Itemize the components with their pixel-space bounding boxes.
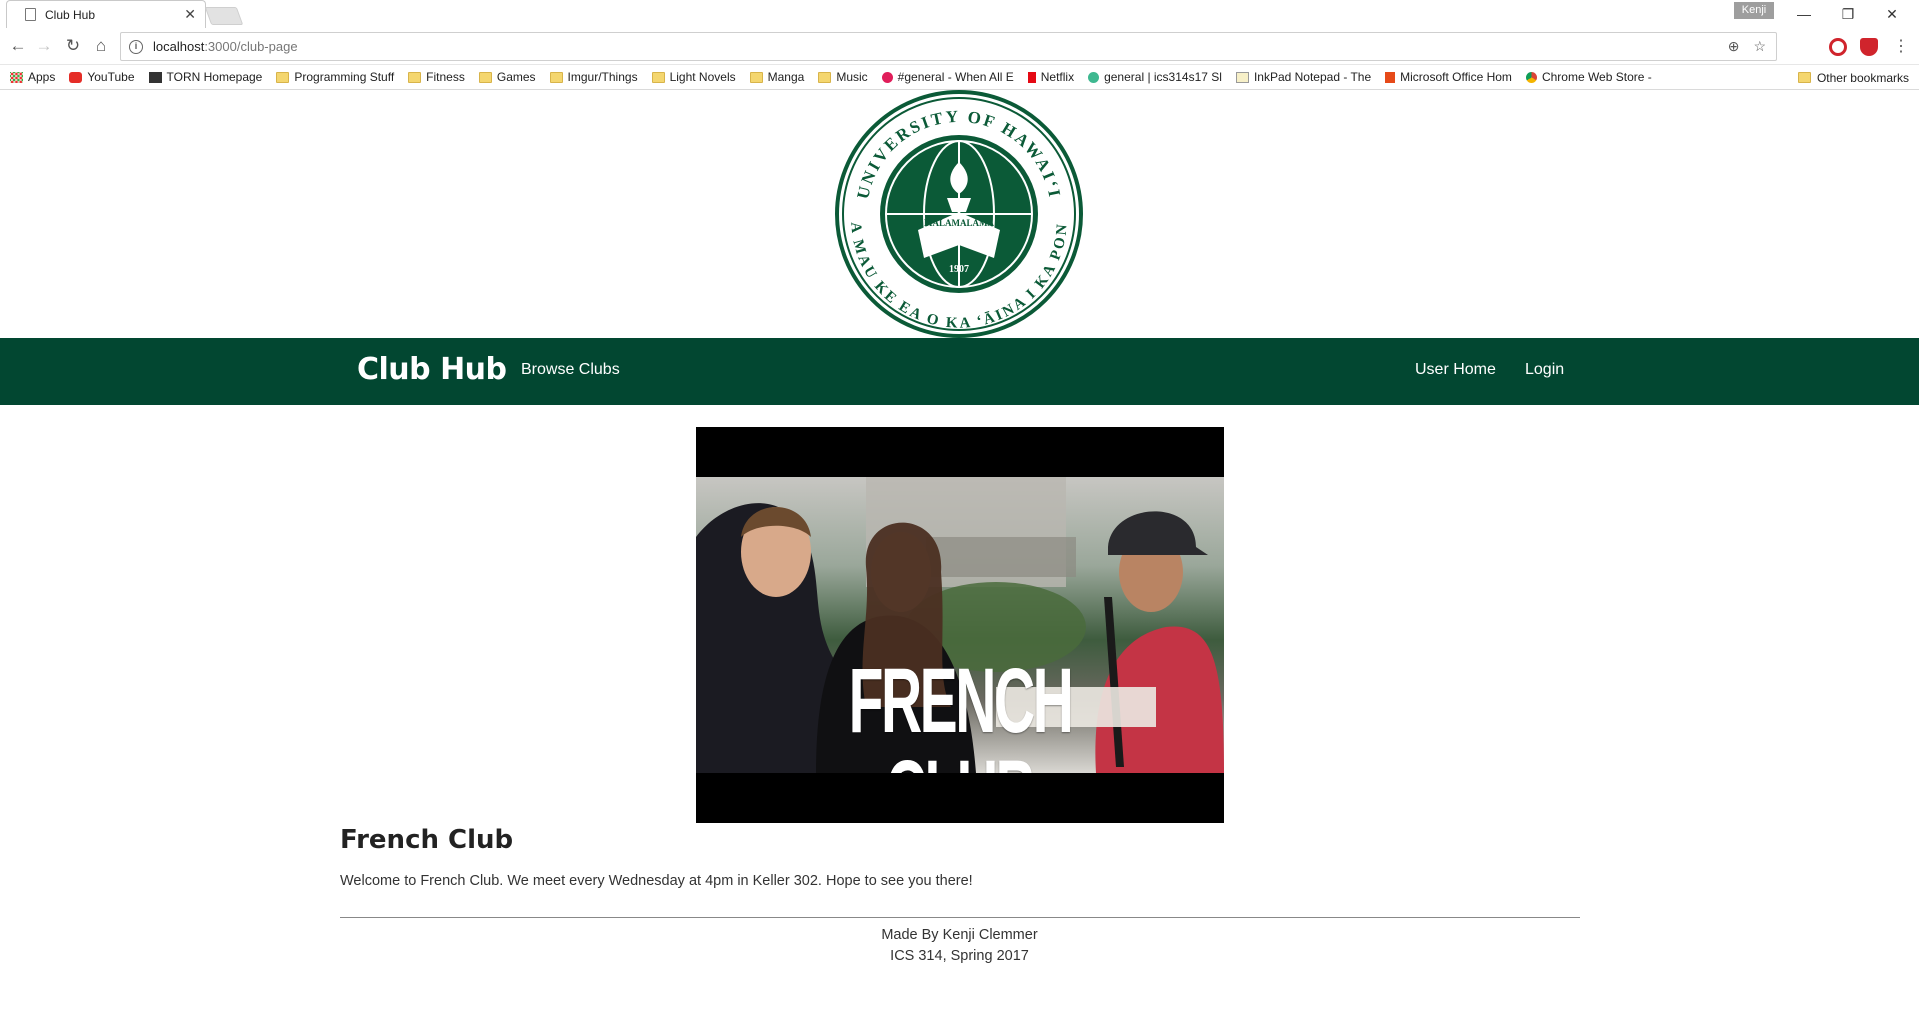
browse-clubs-link[interactable]: Browse Clubs xyxy=(521,361,620,379)
chrome-store-icon xyxy=(1525,71,1537,83)
url-host: localhost xyxy=(153,39,205,54)
tab-title: Club Hub xyxy=(45,7,96,22)
page-content: MĀLAMALAMA 1907 UNIVERSITY OF HAWAI‘I UA… xyxy=(0,90,1919,1035)
club-name-heading: French Club xyxy=(340,825,514,855)
close-tab-icon[interactable]: ✕ xyxy=(184,6,196,23)
home-icon[interactable]: ⌂ xyxy=(89,34,113,58)
club-description: Welcome to French Club. We meet every We… xyxy=(340,873,973,889)
bookmark-label: Imgur/Things xyxy=(567,70,638,84)
folder-icon xyxy=(408,71,422,83)
bookmark-fitness[interactable]: Fitness xyxy=(408,70,465,84)
user-home-link[interactable]: User Home xyxy=(1415,361,1496,379)
notepad-icon xyxy=(1235,71,1249,83)
bookmark-netflix[interactable]: Netflix xyxy=(1027,70,1075,84)
bookmark-programming-stuff[interactable]: Programming Stuff xyxy=(276,70,394,84)
torn-icon xyxy=(148,71,162,83)
footer-course: ICS 314, Spring 2017 xyxy=(890,948,1029,964)
bookmark-chrome-store[interactable]: Chrome Web Store - xyxy=(1525,70,1652,84)
new-tab-button[interactable] xyxy=(204,7,244,25)
club-banner-image: FRENCH CLUB xyxy=(696,427,1224,823)
forward-icon[interactable]: → xyxy=(32,34,56,58)
bookmark-inkpad[interactable]: InkPad Notepad - The xyxy=(1235,70,1372,84)
seal-year: 1907 xyxy=(949,264,969,275)
bookmark-slack-general[interactable]: #general - When All E xyxy=(881,70,1014,84)
minimize-icon[interactable]: — xyxy=(1782,0,1826,28)
bookmark-youtube[interactable]: YouTube xyxy=(69,70,135,84)
bookmark-torn[interactable]: TORN Homepage xyxy=(148,70,263,84)
folder-icon xyxy=(276,71,290,83)
university-seal-logo: MĀLAMALAMA 1907 UNIVERSITY OF HAWAI‘I UA… xyxy=(834,90,1083,338)
opera-extension-icon[interactable] xyxy=(1829,38,1847,56)
bookmark-label: InkPad Notepad - The xyxy=(1253,70,1372,84)
bookmark-label: Manga xyxy=(767,70,805,84)
folder-icon xyxy=(478,71,492,83)
bookmark-imgur-things[interactable]: Imgur/Things xyxy=(549,70,638,84)
banner-title: FRENCH CLUB xyxy=(848,650,1074,773)
bookmark-label: Games xyxy=(496,70,536,84)
slack-icon xyxy=(1088,71,1100,83)
club-photo: FRENCH CLUB xyxy=(696,477,1224,773)
reload-icon[interactable]: ↻ xyxy=(61,34,85,58)
bookmarks-bar: Apps YouTube TORN Homepage Programming S… xyxy=(0,65,1919,90)
folder-icon xyxy=(651,71,665,83)
page-icon xyxy=(25,8,36,21)
folder-icon xyxy=(749,71,763,83)
bookmark-office[interactable]: Microsoft Office Hom xyxy=(1385,70,1512,84)
bookmark-music[interactable]: Music xyxy=(818,70,868,84)
login-link[interactable]: Login xyxy=(1525,361,1564,379)
bookmark-label: Chrome Web Store - xyxy=(1541,70,1652,84)
other-bookmarks-label: Other bookmarks xyxy=(1816,70,1909,85)
other-bookmarks[interactable]: Other bookmarks xyxy=(1797,65,1909,90)
bookmark-label: Microsoft Office Hom xyxy=(1400,70,1512,84)
bookmark-label: TORN Homepage xyxy=(166,70,263,84)
office-icon xyxy=(1385,71,1396,83)
bookmark-label: Light Novels xyxy=(669,70,736,84)
profile-button[interactable]: Kenji xyxy=(1734,2,1774,19)
url-path: :3000/club-page xyxy=(204,39,298,54)
tab-strip: Club Hub ✕ Kenji — ❐ ✕ xyxy=(0,0,1919,28)
brand-link[interactable]: Club Hub xyxy=(357,352,507,387)
youtube-icon xyxy=(69,71,83,83)
folder-icon xyxy=(1797,72,1811,83)
slack-icon xyxy=(881,71,893,83)
bookmark-apps[interactable]: Apps xyxy=(10,70,55,84)
seal-center-text: MĀLAMALAMA xyxy=(924,218,994,228)
bookmark-label: Fitness xyxy=(426,70,465,84)
bookmark-label: Netflix xyxy=(1040,70,1075,84)
folder-icon xyxy=(549,71,563,83)
restore-icon[interactable]: ❐ xyxy=(1826,0,1870,28)
bookmark-label: Apps xyxy=(28,70,56,84)
browser-tab[interactable]: Club Hub ✕ xyxy=(6,0,206,28)
bookmark-label: general | ics314s17 Sl xyxy=(1104,70,1222,84)
bookmark-light-novels[interactable]: Light Novels xyxy=(651,70,736,84)
footer-credit: Made By Kenji Clemmer xyxy=(881,927,1038,943)
bookmark-label: Music xyxy=(836,70,868,84)
zoom-icon[interactable]: ⊕ xyxy=(1728,38,1740,55)
browser-toolbar: ← → ↻ ⌂ i localhost:3000/club-page ⊕ ☆ ⋮ xyxy=(0,28,1919,65)
bookmark-slack-ics314[interactable]: general | ics314s17 Sl xyxy=(1088,70,1222,84)
menu-icon[interactable]: ⋮ xyxy=(1893,36,1909,56)
shield-extension-icon[interactable] xyxy=(1860,38,1878,56)
info-icon[interactable]: i xyxy=(129,39,143,54)
footer-divider xyxy=(340,917,1580,918)
address-bar[interactable]: i localhost:3000/club-page ⊕ ☆ xyxy=(120,32,1777,61)
netflix-icon xyxy=(1027,71,1036,83)
folder-icon xyxy=(818,71,832,83)
bookmark-label: YouTube xyxy=(87,70,135,84)
close-window-icon[interactable]: ✕ xyxy=(1870,0,1914,28)
bookmark-label: #general - When All E xyxy=(897,70,1014,84)
bookmark-manga[interactable]: Manga xyxy=(749,70,805,84)
site-navbar: Club Hub Browse Clubs User Home Login xyxy=(0,338,1919,405)
bookmark-games[interactable]: Games xyxy=(478,70,536,84)
bookmark-star-icon[interactable]: ☆ xyxy=(1753,38,1766,55)
bookmark-label: Programming Stuff xyxy=(294,70,395,84)
back-icon[interactable]: ← xyxy=(6,34,30,58)
apps-grid-icon xyxy=(10,71,23,83)
